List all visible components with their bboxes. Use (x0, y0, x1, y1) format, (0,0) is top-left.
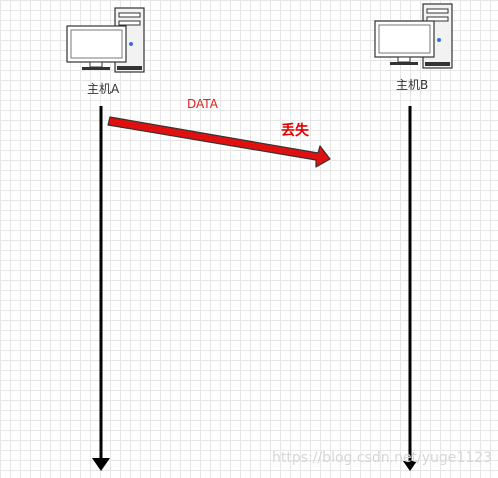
host-a-lifeline-arrowhead (92, 458, 110, 471)
host-a-computer-icon (66, 7, 145, 73)
sequence-diagram (66, 3, 453, 471)
host-b-lifeline (403, 106, 417, 471)
watermark-text: https://blog.csdn.net/yuge1123 (272, 450, 493, 466)
host-b-label: 主机B (396, 78, 429, 92)
host-b-computer-icon (374, 3, 453, 69)
host-a-lifeline (92, 106, 110, 471)
host-a-label: 主机A (87, 82, 120, 96)
data-message-label: DATA (187, 97, 218, 111)
lost-status-label: 丢失 (281, 123, 309, 139)
